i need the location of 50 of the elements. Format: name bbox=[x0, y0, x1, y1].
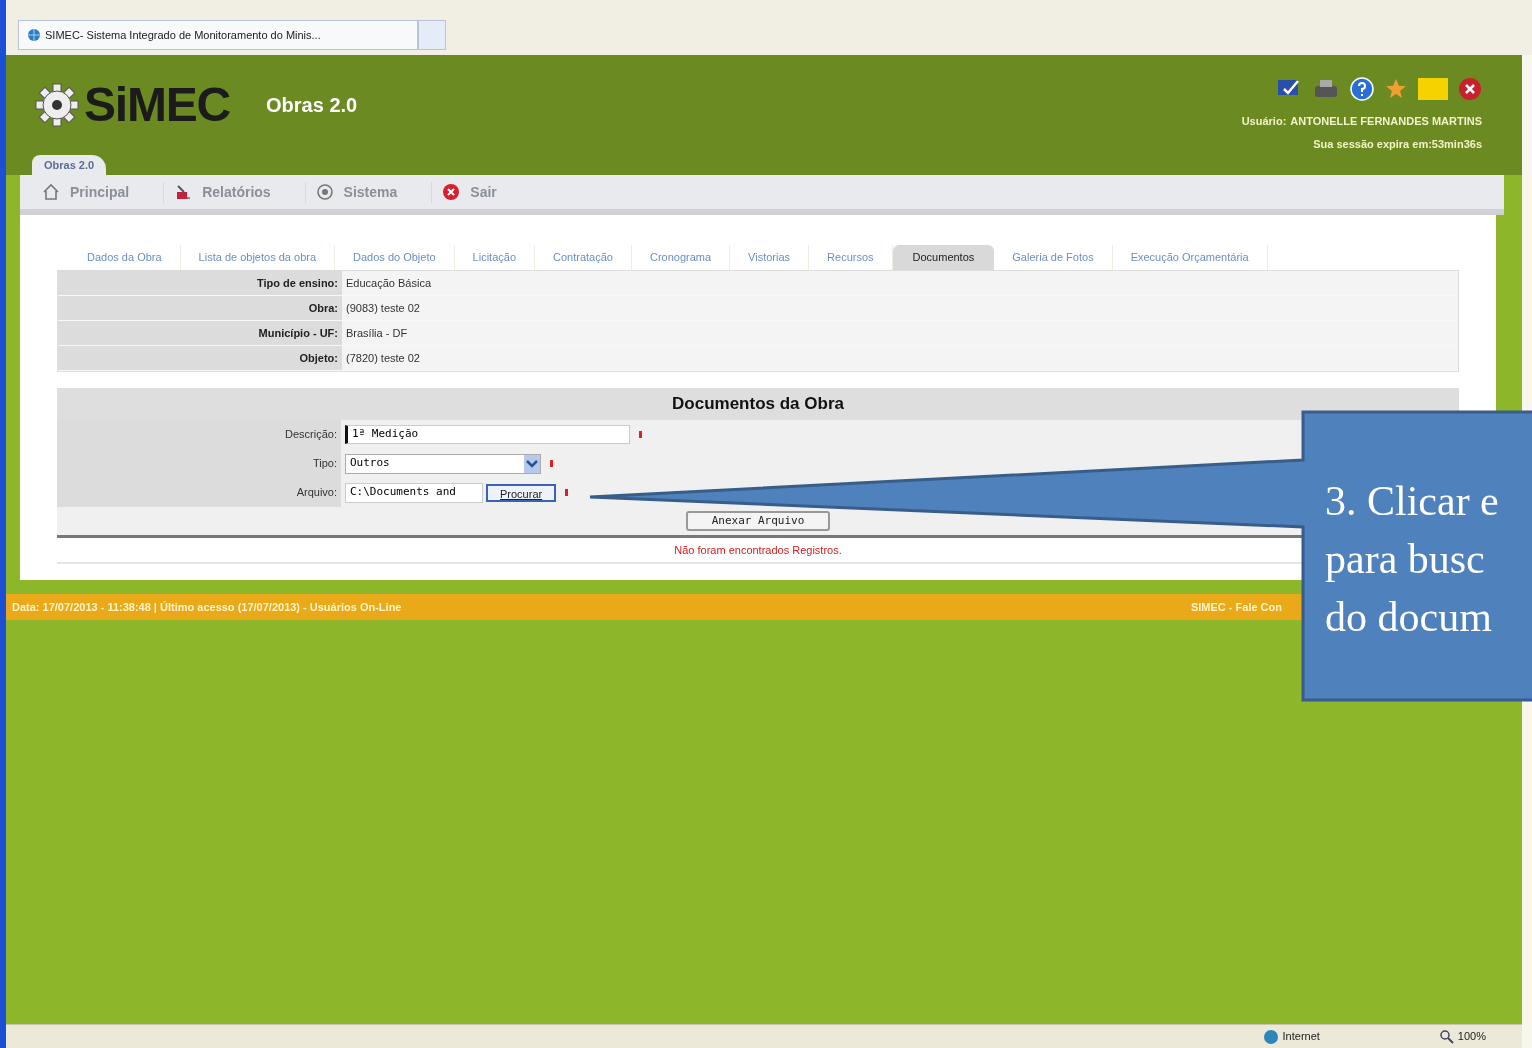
empty-message: Não foram encontrados Registros. bbox=[674, 542, 842, 558]
module-title: Obras 2.0 bbox=[266, 93, 358, 118]
attach-file-button[interactable]: Anexar Arquivo bbox=[685, 511, 831, 531]
session-text: Sua sessão expira em:53min36s bbox=[1313, 136, 1482, 152]
description-field[interactable]: 1ª Medição bbox=[345, 425, 630, 444]
menu-item[interactable]: Sistema bbox=[315, 181, 433, 203]
globe-icon bbox=[27, 28, 41, 42]
field-label: Tipo: bbox=[312, 456, 337, 472]
required-icon bbox=[638, 431, 643, 438]
required-icon bbox=[564, 489, 570, 496]
close-icon[interactable] bbox=[1458, 77, 1482, 101]
info-label: Município - UF: bbox=[258, 325, 338, 341]
user-name: ANTONELLE FERNANDES MARTINS bbox=[1290, 114, 1482, 129]
callout-text: 3. Clicar e para busc do docum bbox=[1325, 477, 1499, 642]
home-icon bbox=[42, 183, 60, 201]
logo-text: SiMEC bbox=[84, 81, 231, 129]
tab[interactable]: Documentos bbox=[892, 245, 995, 270]
footer-link[interactable]: SIMEC - Fale Con bbox=[1190, 598, 1282, 616]
help-icon[interactable] bbox=[1350, 77, 1374, 101]
zone-text: Internet bbox=[1282, 1029, 1320, 1045]
field-label: Arquivo: bbox=[296, 485, 337, 501]
star-icon[interactable] bbox=[1384, 77, 1408, 101]
info-label: Obra: bbox=[308, 300, 338, 316]
gear-icon bbox=[34, 82, 80, 128]
info-label: Tipo de ensino: bbox=[256, 275, 338, 291]
footer-text: Data: 17/07/2013 - 11:38:48 | Último acesso (17/07/2013) - Usuários On-Line bbox=[12, 599, 402, 615]
browser-tab[interactable]: SIMEC- Sistema Integrado de Monitoramento do Minis... bbox=[18, 20, 418, 50]
file-path-field[interactable]: C:\Documents and bbox=[345, 482, 483, 503]
menu-item[interactable]: Relatórios bbox=[174, 181, 306, 203]
info-label: Objeto: bbox=[299, 350, 338, 366]
module-tab[interactable]: Obras 2.0 bbox=[32, 155, 107, 175]
info-value: Brasília - DF bbox=[345, 325, 408, 341]
magnifier-icon bbox=[1439, 1029, 1454, 1044]
menu-item[interactable]: Sair bbox=[442, 181, 531, 203]
form-title: Documentos da Obra bbox=[672, 393, 844, 416]
close-icon bbox=[442, 183, 461, 201]
chevron-down-icon bbox=[524, 454, 540, 473]
user-label: Usuário: bbox=[1241, 114, 1287, 129]
type-dropdown[interactable]: Outros bbox=[345, 453, 541, 474]
globe-icon bbox=[1262, 1028, 1279, 1045]
browse-button[interactable]: Procurar bbox=[486, 483, 557, 502]
info-value: (9083) teste 02 bbox=[345, 300, 420, 316]
info-value: Educação Básica bbox=[345, 275, 431, 291]
required-icon bbox=[549, 460, 554, 467]
menu-item[interactable]: Principal bbox=[42, 181, 165, 203]
info-value: (7820) teste 02 bbox=[345, 350, 420, 366]
zoom-level[interactable]: 100% bbox=[1457, 1028, 1486, 1045]
tab-title: SIMEC- Sistema Integrado de Monitoramento do Minis... bbox=[45, 27, 321, 43]
settings-icon bbox=[315, 183, 334, 201]
field-label: Descrição: bbox=[285, 427, 337, 443]
